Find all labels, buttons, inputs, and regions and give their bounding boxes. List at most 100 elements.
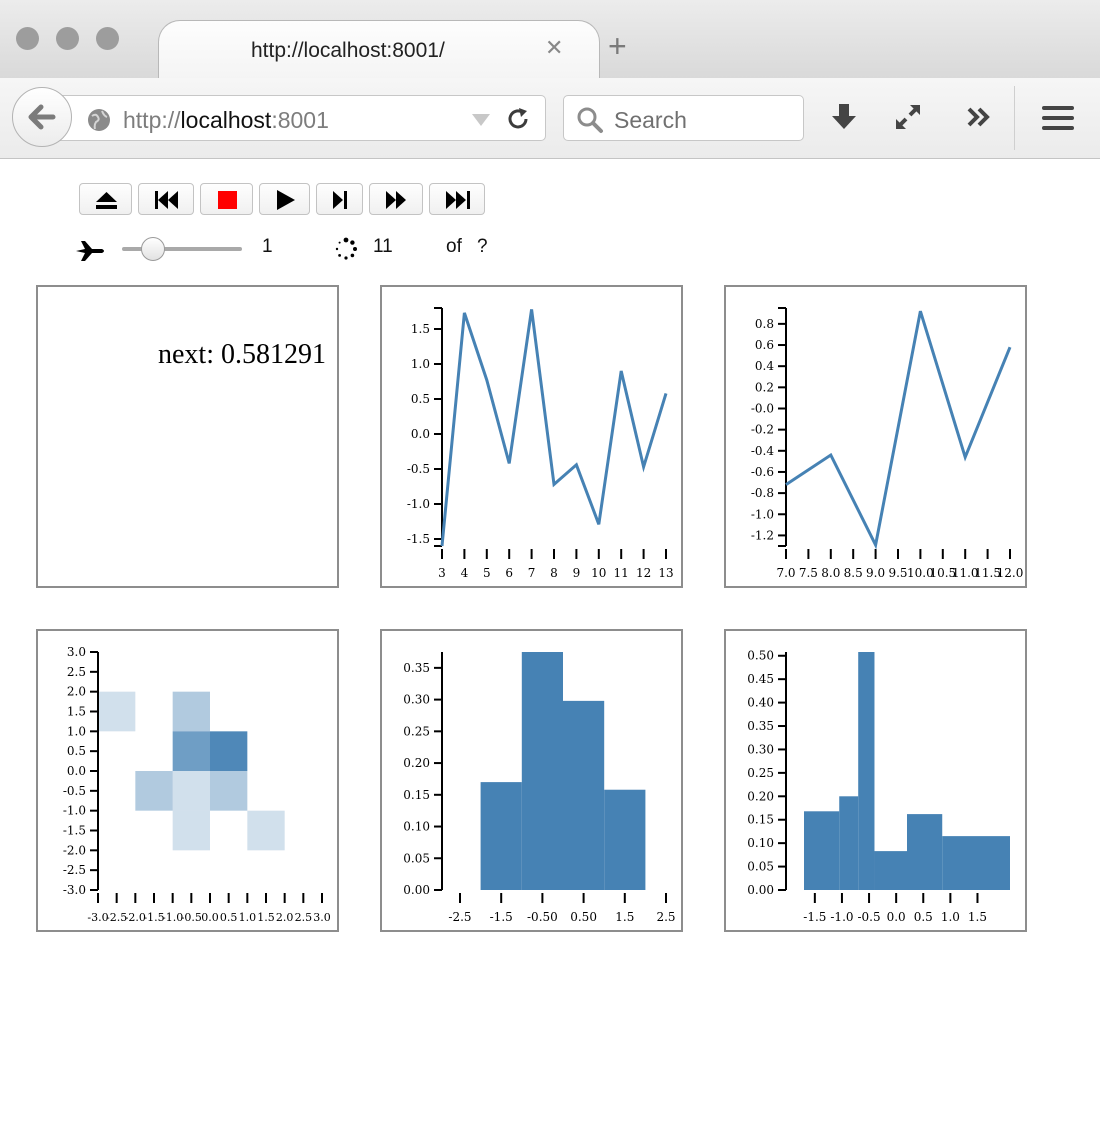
zoom-window-button[interactable]	[96, 27, 119, 50]
histogram-bar	[563, 700, 605, 890]
y-tick-label: 0.2	[755, 380, 774, 394]
text-output-panel: next: 0.581291	[36, 285, 339, 588]
search-placeholder: Search	[614, 107, 687, 133]
y-tick-label: 0.40	[747, 696, 774, 710]
y-tick-label: 0.10	[403, 820, 430, 834]
x-tick-label: 1.5	[257, 911, 275, 924]
series-line	[440, 309, 668, 547]
next-value-text: next: 0.581291	[158, 339, 326, 370]
x-tick-label: 2.5	[295, 911, 313, 924]
minimize-window-button[interactable]	[56, 27, 79, 50]
overflow-chevron-icon[interactable]	[965, 102, 995, 132]
y-tick-label: 0.0	[411, 427, 430, 441]
x-tick-label: 5	[483, 566, 491, 580]
histogram-panel-1: 0.35 0.30 0.25 0.20 0.15 0.10 0.05 0.00 -2.5 -1.5…	[380, 629, 683, 932]
x-tick-label: 8	[550, 566, 558, 580]
histogram-bar	[839, 796, 859, 890]
histogram-bar	[858, 652, 875, 890]
y-tick-label: 2.0	[67, 685, 86, 699]
url-text[interactable]: http://localhost:8001	[123, 107, 329, 134]
download-icon[interactable]	[829, 102, 859, 132]
frame-spinner-icon	[335, 237, 357, 260]
tab-title: http://localhost:8001/	[251, 39, 445, 62]
frame-counter: 11	[373, 236, 393, 257]
skip-end-icon	[446, 191, 470, 209]
x-tick-label: 8.0	[821, 566, 840, 580]
tab-close-icon[interactable]: ✕	[545, 35, 563, 61]
y-tick-label: -0.5	[407, 462, 430, 476]
search-input[interactable]: Search	[563, 95, 804, 141]
y-tick-label: -1.0	[407, 497, 430, 511]
y-tick-label: 0.50	[747, 649, 774, 663]
histogram-bar	[604, 789, 646, 890]
skip-to-end-button[interactable]	[429, 183, 485, 215]
line-chart-1: 1.5 1.0 0.5 0.0 -0.5 -1.0 -1.5 3 4 5 6 7 8 9 10 11 12 13	[407, 307, 674, 580]
heatmap-cell	[172, 691, 210, 732]
histogram-bar	[804, 811, 840, 890]
dropdown-arrow-icon[interactable]	[470, 112, 492, 128]
step-forward-icon	[333, 191, 347, 209]
y-tick-label: 0.05	[403, 851, 430, 865]
line-chart-panel-2: 0.8 0.6 0.4 0.2 -0.0 -0.2 -0.4 -0.6 -0.8 -1.0 -1.2…	[724, 285, 1027, 588]
y-tick-label: 0.25	[403, 724, 430, 738]
y-tick-label: 0.10	[747, 836, 774, 850]
y-tick-label: 0.45	[747, 672, 774, 686]
y-tick-label: 0.5	[411, 392, 430, 406]
histogram-bar	[907, 814, 943, 890]
y-tick-label: 0.35	[403, 661, 430, 675]
speed-jet-icon	[76, 241, 104, 261]
close-window-button[interactable]	[16, 27, 39, 50]
histogram-bar	[480, 782, 522, 890]
y-tick-label: 0.6	[755, 338, 774, 352]
y-tick-label: 0.00	[403, 883, 430, 897]
y-tick-label: -2.0	[63, 843, 86, 857]
fast-forward-button[interactable]	[369, 183, 423, 215]
skip-to-start-button[interactable]	[138, 183, 194, 215]
y-tick-label: 0.05	[747, 860, 774, 874]
heatmap-cell	[210, 731, 248, 771]
play-icon	[277, 190, 295, 210]
heatmap-cell	[172, 731, 210, 771]
histogram-bar	[874, 851, 907, 890]
x-tick-label: 13	[658, 566, 673, 580]
y-tick-label: 1.0	[411, 357, 430, 371]
x-tick-label: 0.0	[887, 910, 906, 924]
y-tick-label: -3.0	[63, 883, 86, 897]
back-button[interactable]	[12, 87, 72, 147]
play-button[interactable]	[259, 183, 310, 215]
x-tick-label: 10	[591, 566, 606, 580]
x-tick-label: 2.0	[276, 911, 294, 924]
x-tick-label: 3	[438, 566, 446, 580]
histogram-panel-2: 0.50 0.45 0.40 0.35 0.30 0.25 0.20 0.15 0.10 0.05…	[724, 629, 1027, 932]
eject-button[interactable]	[79, 183, 132, 215]
heatmap-cell	[172, 771, 210, 811]
x-tick-label: 9.5	[888, 566, 907, 580]
new-tab-button[interactable]: +	[608, 30, 627, 62]
reload-icon[interactable]	[505, 106, 531, 132]
browser-tab[interactable]: http://localhost:8001/ ✕	[158, 20, 600, 81]
x-tick-label: 7.0	[776, 566, 795, 580]
speed-slider-handle[interactable]	[141, 237, 165, 261]
y-tick-label: 3.0	[67, 645, 86, 659]
x-tick-label: 9.0	[866, 566, 885, 580]
speed-slider-track[interactable]	[122, 247, 242, 251]
x-tick-label: 2.5	[656, 910, 675, 924]
heatmap-cell	[98, 691, 136, 732]
fullscreen-icon[interactable]	[893, 102, 923, 132]
stop-button[interactable]	[200, 183, 253, 215]
x-tick-label: 1.0	[239, 911, 256, 924]
y-tick-label: 0.20	[747, 789, 774, 803]
heatmap-panel: 3.0 2.5 2.0 1.5 1.0 0.5 0.0 -0.5 -1.0 -1.5 -2.0 -2.…	[36, 629, 339, 932]
y-tick-label: 0.25	[747, 766, 774, 780]
url-bar[interactable]: http://localhost:8001	[60, 95, 546, 141]
step-forward-button[interactable]	[316, 183, 363, 215]
back-arrow-icon	[28, 104, 56, 130]
x-tick-label: 6	[505, 566, 513, 580]
x-tick-label: 7	[528, 566, 536, 580]
y-tick-label: -1.2	[751, 528, 774, 542]
y-tick-label: -1.0	[63, 804, 86, 818]
y-tick-label: -1.0	[751, 507, 774, 521]
menu-icon[interactable]	[1041, 104, 1075, 132]
x-tick-label: 0.5	[220, 911, 238, 924]
x-tick-label: 12.0	[997, 566, 1024, 580]
